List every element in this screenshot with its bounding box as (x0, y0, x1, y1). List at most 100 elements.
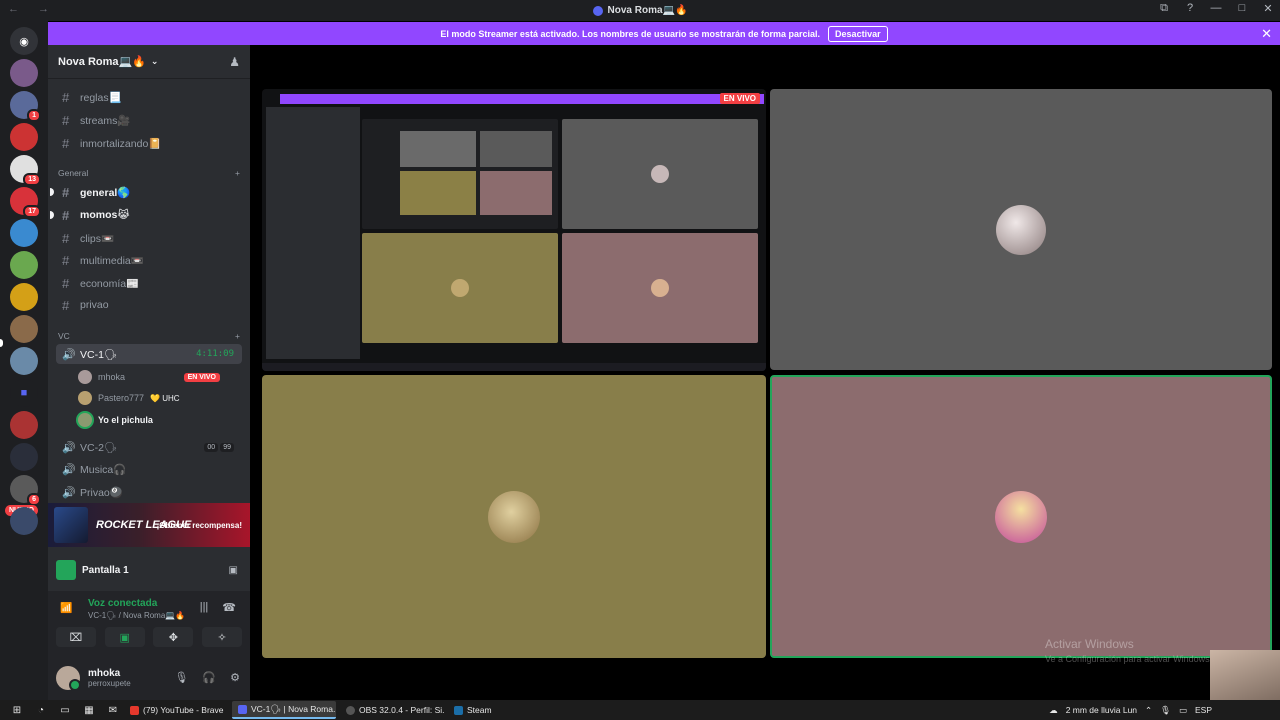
channel-item[interactable]: # clips📼 (56, 228, 242, 248)
close-icon[interactable]: ✕ (1261, 26, 1272, 42)
video-tile[interactable] (770, 89, 1272, 370)
add-channel-icon[interactable]: + (235, 331, 240, 341)
network-icon[interactable]: ▭ (1179, 705, 1187, 716)
screen-icon (56, 560, 76, 580)
nav-arrows[interactable]: ← → (8, 3, 57, 15)
channel-name: momos😹 (80, 209, 130, 221)
channel-name: streams🎥 (80, 114, 131, 127)
close-window-button[interactable]: ✕ (1262, 2, 1274, 15)
channel-item[interactable]: # multimedia📼 (56, 250, 242, 270)
screen-share-tile[interactable]: EN VIVO (262, 89, 766, 371)
voice-channel[interactable]: 🔊 VC-2🗣 00 99 (56, 437, 242, 457)
live-badge: EN VIVO (719, 93, 760, 104)
user-name: mhoka (98, 372, 126, 382)
video-tile[interactable] (262, 375, 766, 658)
speaker-icon: 🔊 (62, 348, 76, 361)
stream-settings-icon[interactable]: ▣ (229, 565, 238, 576)
noise-suppression-icon[interactable]: ||| (200, 601, 209, 614)
voice-channel[interactable]: 🔊 Musica🎧 (56, 459, 242, 479)
category-vc[interactable]: VC + (58, 331, 240, 341)
channel-name: Musica🎧 (80, 463, 127, 476)
folder-icon[interactable]: ■ (10, 379, 38, 407)
channel-item[interactable]: # streams🎥 (56, 110, 242, 130)
mini-video-grid (362, 119, 762, 347)
headphones-muted-icon[interactable]: 🎧 (202, 671, 216, 684)
calendar-icon[interactable]: ▦ (82, 703, 96, 717)
mail-icon[interactable]: ✉ (106, 703, 120, 717)
window-controls: ⧉ ? — □ ✕ (1158, 2, 1274, 15)
server-icon[interactable] (10, 411, 38, 439)
taskbar-app-discord[interactable]: VC-1🗣 | Nova Roma... (232, 701, 336, 719)
channel-name: clips📼 (80, 232, 115, 245)
server-icon[interactable] (10, 443, 38, 471)
add-channel-icon[interactable]: + (235, 168, 240, 178)
server-header[interactable]: Nova Roma💻🔥 ⌄ ♟ (48, 45, 250, 79)
activities-button[interactable]: ✥ (153, 627, 194, 647)
avatar (488, 490, 540, 543)
channel-item[interactable]: # momos😹 (50, 205, 242, 225)
start-icon[interactable]: ⊞ (10, 703, 24, 717)
taskbar-app-obs[interactable]: OBS 32.0.4 - Perfil: Si... (340, 701, 444, 719)
server-icon[interactable] (10, 59, 38, 87)
active-server-pill (0, 339, 3, 347)
channel-item[interactable]: # inmortalizando📔 (56, 133, 242, 153)
voice-user[interactable]: Yo el pichula (78, 410, 242, 430)
edge-icon[interactable]: ◔ (34, 703, 48, 717)
server-icon[interactable]: 13 (10, 155, 41, 186)
hash-icon: # (62, 275, 70, 291)
server-icon[interactable]: 6 (10, 475, 41, 506)
chevron-down-icon: ⌄ (150, 56, 159, 66)
voice-connected-title[interactable]: Voz conectada (88, 598, 157, 609)
camera-off-button[interactable]: ⌧ (56, 627, 96, 647)
soundboard-button[interactable]: ✧ (201, 627, 242, 647)
voice-user[interactable]: mhoka EN VIVO (78, 367, 242, 387)
category-general[interactable]: General + (58, 168, 240, 178)
inbox-icon[interactable]: ⧉ (1158, 2, 1170, 15)
screen-share-bar[interactable]: Pantalla 1 ▣ (48, 555, 250, 585)
avatar[interactable] (56, 665, 81, 691)
server-icon[interactable] (10, 347, 38, 375)
mini-tile (562, 233, 758, 343)
channel-item[interactable]: # privao (56, 295, 242, 315)
server-icon[interactable] (10, 219, 38, 247)
rocket-league-promo[interactable]: ROCKET LEAGUE ¡Obtener recompensa! (48, 503, 250, 547)
voice-channel[interactable]: 🔊 Privao🎱 (56, 482, 242, 502)
file-explorer-icon[interactable]: ▭ (58, 703, 72, 717)
server-icon[interactable] (10, 507, 38, 535)
server-icon[interactable] (10, 283, 38, 311)
invite-icon[interactable]: ♟ (229, 55, 240, 69)
gear-icon[interactable]: ⚙ (230, 671, 240, 684)
discord-home-icon[interactable]: ◉ (10, 27, 38, 55)
taskbar-app-brave[interactable]: (79) YouTube - Brave (124, 701, 228, 719)
channel-item[interactable]: # general🌎 (50, 182, 242, 202)
window-title-text: Nova Roma💻🔥 (607, 5, 688, 16)
channel-item[interactable]: # economía📰 (56, 273, 242, 293)
server-icon[interactable] (10, 315, 38, 343)
voice-user[interactable]: Pastero777 💛 UHC (78, 388, 242, 408)
server-icon[interactable] (10, 251, 38, 279)
video-tile-speaking[interactable] (770, 375, 1272, 658)
help-icon[interactable]: ? (1184, 2, 1196, 15)
lang-indicator[interactable]: ESP (1195, 705, 1212, 715)
microphone-icon[interactable]: 🎙 (174, 671, 188, 684)
server-icon[interactable] (10, 123, 38, 151)
unread-badge: 17 (23, 205, 41, 218)
screen-share-button[interactable]: ▣ (104, 627, 145, 647)
voice-channel-active[interactable]: 🔊 VC-1🗣 4:11:09 (56, 344, 242, 364)
taskbar-app-steam[interactable]: Steam (448, 701, 552, 719)
weather-text[interactable]: 2 mm de lluvia Lun (1066, 705, 1137, 715)
mini-streamer-banner (280, 94, 764, 104)
microphone-icon[interactable]: 🎙 (1160, 705, 1171, 716)
minimize-button[interactable]: — (1210, 2, 1222, 15)
chevron-up-icon[interactable]: ⌃ (1145, 705, 1152, 716)
disconnect-icon[interactable]: ☎ (222, 601, 236, 614)
user-name: Pastero777 (98, 393, 145, 403)
server-name: Nova Roma💻🔥 (58, 56, 146, 68)
claim-reward-button[interactable]: ¡Obtener recompensa! (157, 521, 242, 530)
maximize-button[interactable]: □ (1236, 2, 1248, 15)
server-icon[interactable]: 1 (10, 91, 41, 122)
deactivate-streamer-button[interactable]: Desactivar (828, 25, 888, 42)
avatar (996, 204, 1046, 255)
server-icon[interactable]: 17 (10, 187, 41, 218)
channel-item[interactable]: # reglas📃 (56, 87, 242, 107)
